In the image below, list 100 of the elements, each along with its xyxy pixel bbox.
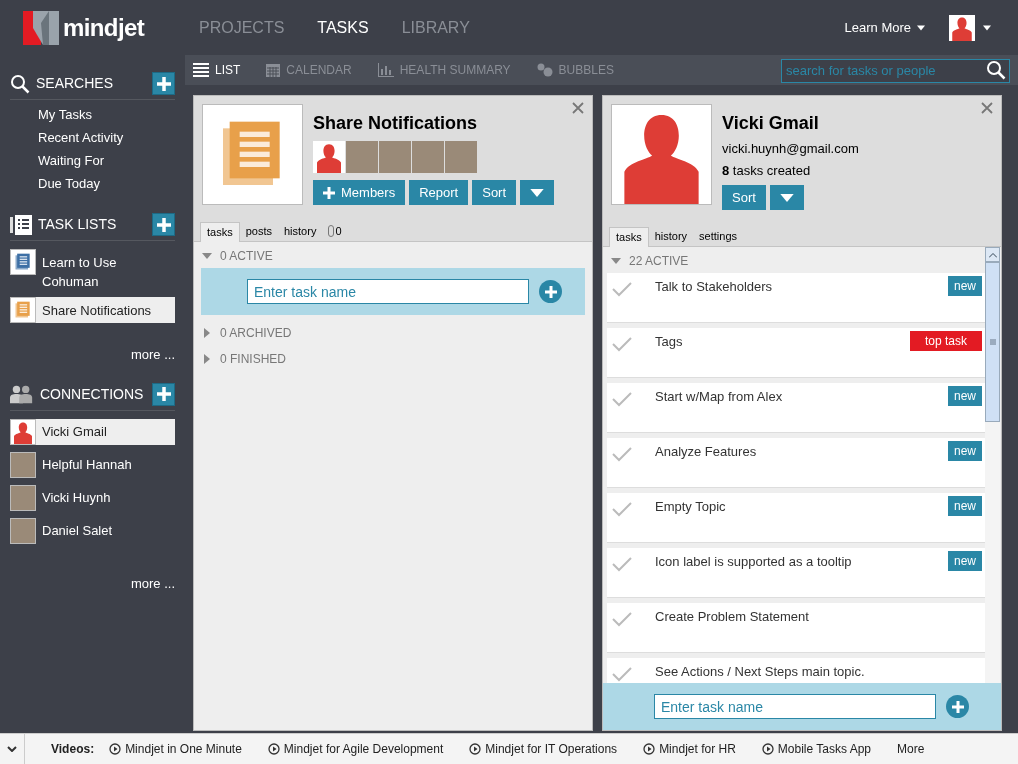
connection-item[interactable]: Helpful Hannah [10,451,175,478]
plus-icon [156,217,171,232]
panel-title: Share Notifications [313,112,479,135]
view-tab[interactable]: LIST [193,61,241,79]
task-row[interactable]: Tags top task [607,328,985,378]
search-icon [10,73,30,94]
checkmark-icon[interactable] [612,556,632,572]
search-icon[interactable] [986,60,1006,80]
task-list-icon [13,300,33,320]
search-link[interactable]: Waiting For [38,152,185,170]
photo-placeholder [10,451,36,478]
calendar-icon [266,63,281,77]
avatar-silhouette [313,141,345,173]
dropdown-button[interactable] [520,180,555,205]
task-row[interactable]: Start w/Map from Alex new [607,383,985,433]
new-tag: new [948,551,982,571]
tasks-created: 8 tasks created [722,161,812,180]
video-link[interactable]: Mindjet for HR [643,740,736,758]
connection-item[interactable]: Daniel Salet [10,517,175,544]
task-name-input[interactable]: Enter task name [247,279,529,304]
section-title: SEARCHES [36,74,115,93]
search-link[interactable]: My Tasks [38,106,185,124]
add-task-button[interactable] [539,280,562,303]
play-icon [267,743,280,755]
new-tag: new [948,276,982,296]
add-button[interactable] [152,213,175,236]
checkmark-icon[interactable] [612,446,632,462]
list-icon [193,63,209,77]
learn-more-menu[interactable]: Learn More [844,17,925,38]
scroll-up-button[interactable] [985,247,1000,262]
search-link[interactable]: Recent Activity [38,129,185,147]
checkmark-icon[interactable] [612,666,632,682]
search-link[interactable]: Due Today [38,175,185,193]
plus-icon [323,186,335,199]
video-link[interactable]: Mobile Tasks App [761,740,871,758]
section-toggle[interactable]: 0 ACTIVE [194,244,592,268]
close-button[interactable] [572,102,584,114]
section-title: CONNECTIONS [40,384,145,404]
plus-icon [951,700,964,713]
person-name: Vicki Gmail [722,112,820,135]
panel-button[interactable]: Sort [472,180,517,205]
task-row[interactable]: Icon label is supported as a tooltip new [607,548,985,598]
scroll-thumb[interactable] [985,262,1000,422]
close-button[interactable] [981,102,993,114]
add-button[interactable] [152,382,175,406]
section-toggle[interactable]: 0 ARCHIVED [194,321,592,345]
more-link[interactable]: more ... [130,345,175,365]
more-link[interactable]: More [897,740,925,758]
dropdown-button[interactable] [769,185,804,210]
more-link[interactable]: more ... [130,573,175,593]
task-name: Tags [655,333,684,351]
attachment-count[interactable]: 0 [328,221,342,241]
sort-button[interactable]: Sort [722,185,766,210]
section-toggle[interactable]: 22 ACTIVE [607,249,985,273]
panel-tab[interactable]: settings [693,226,743,246]
video-link[interactable]: Mindjet in One Minute [109,740,242,758]
task-row[interactable]: Talk to Stakeholders new [607,273,985,323]
people-icon [10,384,34,404]
panel-button[interactable]: Report [409,180,469,205]
connection-item[interactable]: Vicki Huynh [10,484,175,511]
avatar-silhouette [949,14,975,41]
checkmark-icon[interactable] [612,336,632,352]
bar-chart-icon [377,63,394,77]
logo-icon [23,10,59,45]
triangle-icon [202,354,212,364]
checkmark-icon[interactable] [612,391,632,407]
play-icon [469,743,482,755]
checkmark-icon[interactable] [612,611,632,627]
task-row[interactable]: See Actions / Next Steps main topic. [607,658,985,683]
connection-item[interactable]: Vicki Gmail [10,418,175,445]
search-field[interactable]: search for tasks or people [781,58,1010,83]
section-title: TASK LISTS [38,215,118,234]
checkmark-icon[interactable] [612,281,632,297]
panel-tab[interactable]: history [648,226,694,246]
paperclip-icon [328,225,335,237]
task-name-input[interactable]: Enter task name [654,694,936,719]
photo-placeholder [445,141,477,173]
user-menu[interactable] [949,14,991,41]
chevron-up-icon [988,251,997,258]
task-row[interactable]: Empty Topic new [607,493,985,543]
add-task-button[interactable] [946,695,969,718]
section-toggle[interactable]: 0 FINISHED [194,347,592,371]
bubbles-icon [536,63,553,77]
task-row[interactable]: Create Problem Statement [607,603,985,653]
task-list-item[interactable]: Learn to Use Cohuman [10,249,175,291]
video-link[interactable]: Mindjet for IT Operations [469,740,618,758]
panel-tab[interactable]: tasks [200,222,240,242]
panel-tab[interactable]: posts [239,221,278,241]
task-list-item[interactable]: Share Notifications [10,297,175,323]
checkmark-icon[interactable] [612,501,632,517]
panel-tab[interactable]: history [278,221,323,241]
caret-icon [779,193,794,202]
panel-tab[interactable]: tasks [609,227,649,247]
nav-link[interactable]: TASKS [317,15,369,40]
new-tag: new [948,496,982,516]
scrollbar[interactable] [985,247,1000,683]
add-button[interactable] [152,72,175,95]
task-row[interactable]: Analyze Features new [607,438,985,488]
members-button[interactable]: Members [313,180,406,205]
video-link[interactable]: Mindjet for Agile Development [267,740,444,758]
